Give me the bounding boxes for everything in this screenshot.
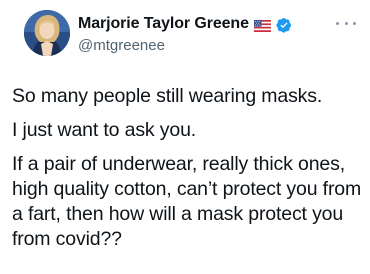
author-avatar[interactable] bbox=[24, 10, 70, 56]
avatar-image bbox=[24, 10, 70, 56]
tweet-paragraph: If a pair of underwear, really thick one… bbox=[12, 153, 362, 250]
tweet-paragraph: So many people still wearing masks. bbox=[12, 85, 323, 107]
tweet-text: So many people still wearing masks. I ju… bbox=[12, 84, 362, 252]
author-identity: Marjorie Taylor Greene @mtgreenee bbox=[78, 14, 308, 54]
tweet-card: Marjorie Taylor Greene @mtgreenee So man… bbox=[0, 0, 370, 274]
name-row: Marjorie Taylor Greene bbox=[78, 14, 308, 34]
tweet-header: Marjorie Taylor Greene @mtgreenee bbox=[12, 8, 358, 64]
tweet-paragraph: I just want to ask you. bbox=[12, 119, 197, 141]
more-dot bbox=[336, 21, 339, 25]
author-handle[interactable]: @mtgreenee bbox=[78, 37, 308, 54]
more-options-icon[interactable] bbox=[336, 18, 356, 28]
us-flag-icon bbox=[253, 19, 271, 32]
more-dot bbox=[344, 21, 348, 25]
verified-badge-icon bbox=[276, 17, 292, 33]
more-dot bbox=[353, 21, 356, 25]
author-display-name[interactable]: Marjorie Taylor Greene bbox=[78, 15, 249, 33]
